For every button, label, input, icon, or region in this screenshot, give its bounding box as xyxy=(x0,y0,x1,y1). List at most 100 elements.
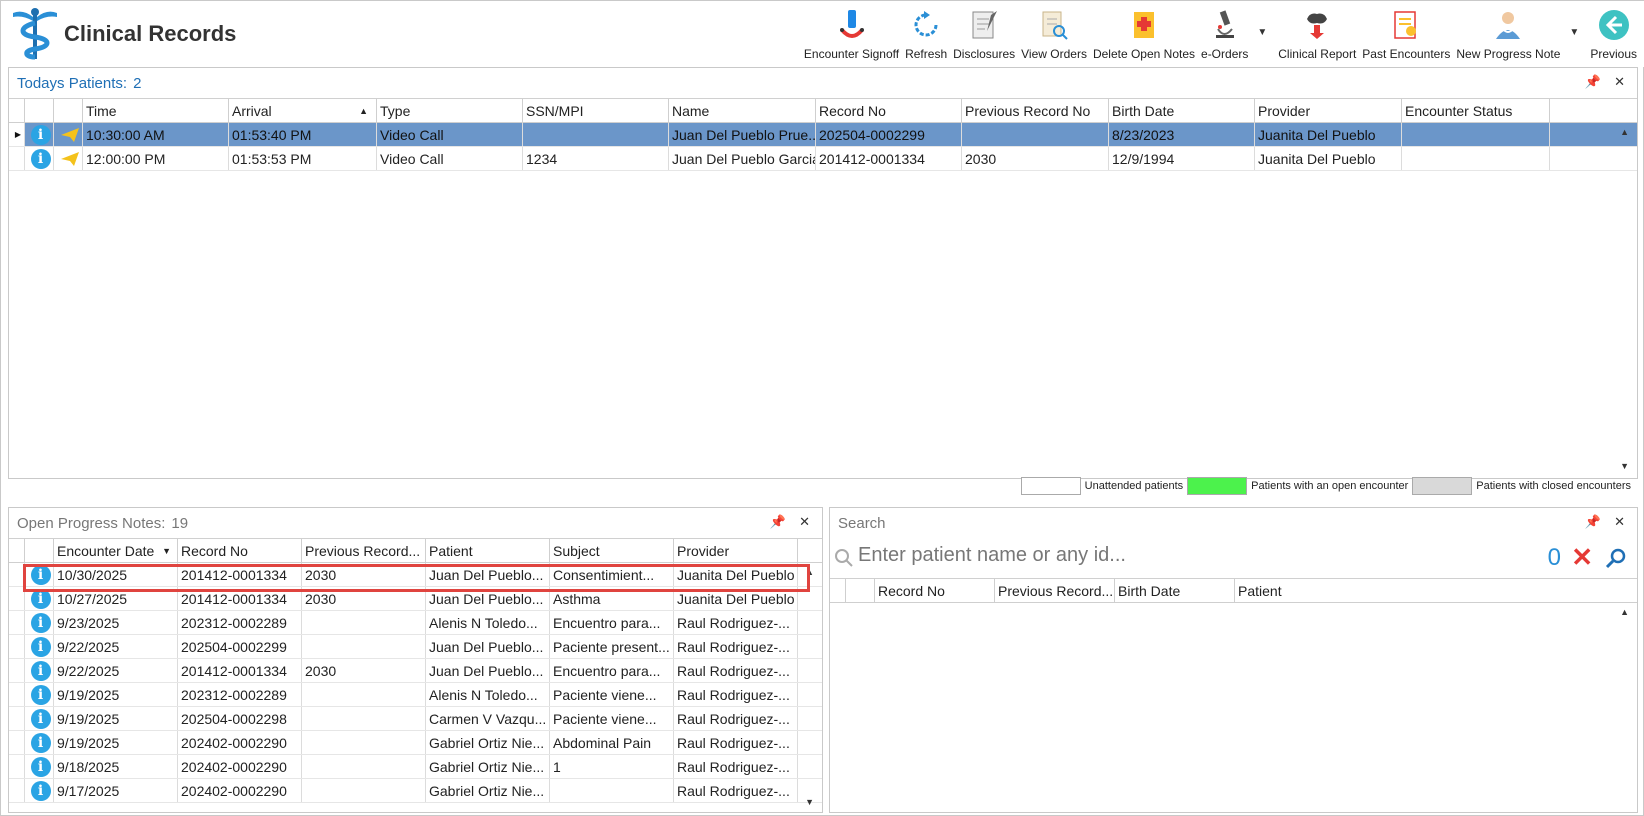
encounter-signoff-button[interactable]: Encounter Signoff xyxy=(801,3,902,61)
open-progress-notes-panel: Open Progress Notes: 19 📌 ✕ Encounter Da… xyxy=(8,507,823,813)
pin-icon[interactable]: 📌 xyxy=(1585,514,1601,530)
legend-open-label: Patients with an open encounter xyxy=(1251,480,1409,492)
close-icon[interactable]: ✕ xyxy=(799,514,810,530)
refresh-button[interactable]: Refresh xyxy=(902,3,950,61)
toolbar-label: Encounter Signoff xyxy=(803,47,900,61)
delete-notes-icon xyxy=(1133,12,1154,38)
table-row[interactable]: i 9/22/2025 202504-0002299 Juan Del Pueblo.… xyxy=(9,635,822,659)
col-record-no[interactable]: Record No xyxy=(178,539,302,562)
new-progress-note-dropdown-arrow[interactable]: ▼ xyxy=(1569,27,1579,38)
table-row[interactable]: ▶ i 10:30:00 AM 01:53:40 PM Video Call J… xyxy=(9,123,1637,147)
table-row[interactable]: i 9/23/2025 202312-0002289 Alenis N Toledo.… xyxy=(9,611,822,635)
cell-patient: Alenis N Toledo... xyxy=(426,611,550,634)
table-row[interactable]: i 9/18/2025 202402-0002290 Gabriel Ortiz Ni… xyxy=(9,755,822,779)
col-birth-date[interactable]: Birth Date xyxy=(1109,99,1255,122)
delete-open-notes-button[interactable]: Delete Open Notes xyxy=(1090,3,1198,61)
info-icon[interactable]: i xyxy=(30,124,51,145)
col-provider[interactable]: Provider xyxy=(674,539,798,562)
info-icon[interactable]: i xyxy=(30,636,51,657)
info-icon[interactable]: i xyxy=(30,684,51,705)
col-subject[interactable]: Subject xyxy=(550,539,674,562)
search-header: Search 📌 ✕ xyxy=(830,508,1637,538)
table-row[interactable]: i 9/19/2025 202312-0002289 Alenis N Toledo.… xyxy=(9,683,822,707)
toolbar-label: Refresh xyxy=(905,47,948,61)
cell-provider: Raul Rodriguez-... xyxy=(674,731,798,754)
cell-encounter-status xyxy=(1402,147,1550,170)
col-birth-date[interactable]: Birth Date xyxy=(1115,579,1235,602)
col-previous-record-no[interactable]: Previous Record No xyxy=(962,99,1109,122)
scroll-up-arrow[interactable]: ▲ xyxy=(1620,607,1629,617)
scroll-down-arrow[interactable]: ▼ xyxy=(1620,461,1629,471)
pin-icon[interactable]: 📌 xyxy=(770,514,786,530)
cell-birth-date: 12/9/1994 xyxy=(1109,147,1255,170)
cell-patient: Gabriel Ortiz Nie... xyxy=(426,731,550,754)
e-orders-button[interactable]: e-Orders xyxy=(1198,3,1251,61)
cell-subject xyxy=(550,779,674,802)
info-icon[interactable]: i xyxy=(30,612,51,633)
col-provider[interactable]: Provider xyxy=(1255,99,1402,122)
info-icon[interactable]: i xyxy=(30,708,51,729)
cell-previous-record xyxy=(302,731,426,754)
info-icon[interactable]: i xyxy=(30,660,51,681)
info-icon[interactable]: i xyxy=(30,148,51,169)
cell-record-no: 202312-0002289 xyxy=(178,683,302,706)
search-go-icon[interactable] xyxy=(1605,547,1627,569)
disclosures-button[interactable]: Disclosures xyxy=(950,3,1018,61)
e-orders-dropdown-arrow[interactable]: ▼ xyxy=(1257,27,1267,38)
search-input[interactable] xyxy=(858,544,1458,567)
col-encounter-status[interactable]: Encounter Status xyxy=(1402,99,1550,122)
past-encounters-button[interactable]: Past Encounters xyxy=(1359,3,1453,61)
cell-encounter-date: 9/19/2025 xyxy=(54,707,178,730)
clear-search-icon[interactable]: ✕ xyxy=(1571,542,1593,573)
back-arrow-icon xyxy=(1598,10,1629,40)
scroll-up-arrow[interactable]: ▲ xyxy=(1620,127,1629,137)
pin-icon[interactable]: 📌 xyxy=(1585,74,1601,90)
col-record-no[interactable]: Record No xyxy=(816,99,962,122)
scroll-down-arrow[interactable]: ▼ xyxy=(805,797,814,807)
view-orders-button[interactable]: View Orders xyxy=(1018,3,1090,61)
cell-time: 10:30:00 AM xyxy=(83,123,229,146)
toolbar-label: Disclosures xyxy=(953,47,1016,61)
col-time[interactable]: Time xyxy=(83,99,229,122)
cell-encounter-date: 9/18/2025 xyxy=(54,755,178,778)
clinical-report-button[interactable]: Clinical Report xyxy=(1275,3,1359,61)
legend-unattended-label: Unattended patients xyxy=(1084,480,1184,492)
info-icon[interactable]: i xyxy=(30,756,51,777)
status-legend: Unattended patients Patients with an ope… xyxy=(1017,477,1631,495)
col-name[interactable]: Name xyxy=(669,99,816,122)
col-previous-record[interactable]: Previous Record... xyxy=(302,539,426,562)
clinical-report-icon xyxy=(1307,13,1328,39)
info-icon[interactable]: i xyxy=(30,732,51,753)
search-results-grid: Record No Previous Record... Birth Date … xyxy=(830,578,1637,812)
cell-type: Video Call xyxy=(377,123,523,146)
info-icon[interactable]: i xyxy=(30,780,51,801)
grid-header: Time Arrival ▲ Type SSN/MPI Name Record N… xyxy=(9,99,1637,123)
col-previous-record[interactable]: Previous Record... xyxy=(995,579,1115,602)
col-ssn[interactable]: SSN/MPI xyxy=(523,99,669,122)
col-patient[interactable]: Patient xyxy=(426,539,550,562)
cell-record-no: 201412-0001334 xyxy=(178,659,302,682)
toolbar-label: Past Encounters xyxy=(1362,47,1451,61)
col-encounter-date[interactable]: Encounter Date ▼ xyxy=(54,539,178,562)
table-row[interactable]: i 9/17/2025 202402-0002290 Gabriel Ortiz Ni… xyxy=(9,779,822,803)
legend-open-swatch xyxy=(1187,477,1248,495)
col-arrival[interactable]: Arrival ▲ xyxy=(229,99,377,122)
table-row[interactable]: i 12:00:00 PM 01:53:53 PM Video Call 123… xyxy=(9,147,1637,171)
table-row[interactable]: i 9/19/2025 202402-0002290 Gabriel Ortiz Ni… xyxy=(9,731,822,755)
new-progress-note-button[interactable]: New Progress Note xyxy=(1453,3,1563,61)
table-row[interactable]: i 9/19/2025 202504-0002298 Carmen V Vazqu..… xyxy=(9,707,822,731)
cell-patient: Alenis N Toledo... xyxy=(426,683,550,706)
open-progress-notes-header: Open Progress Notes: 19 📌 ✕ xyxy=(9,508,822,538)
previous-button[interactable]: Previous xyxy=(1587,3,1644,61)
table-row[interactable]: i 9/22/2025 201412-0001334 2030 Juan Del Pue… xyxy=(9,659,822,683)
refresh-icon xyxy=(914,11,938,37)
app-window: Clinical Records Encounter Signoff Refre… xyxy=(0,0,1644,816)
close-icon[interactable]: ✕ xyxy=(1614,514,1625,530)
close-icon[interactable]: ✕ xyxy=(1614,74,1625,90)
col-record-no[interactable]: Record No xyxy=(875,579,995,602)
cell-subject: Abdominal Pain xyxy=(550,731,674,754)
col-patient[interactable]: Patient xyxy=(1235,579,1625,602)
cell-birth-date: 8/23/2023 xyxy=(1109,123,1255,146)
cell-encounter-date: 9/22/2025 xyxy=(54,659,178,682)
col-type[interactable]: Type xyxy=(377,99,523,122)
